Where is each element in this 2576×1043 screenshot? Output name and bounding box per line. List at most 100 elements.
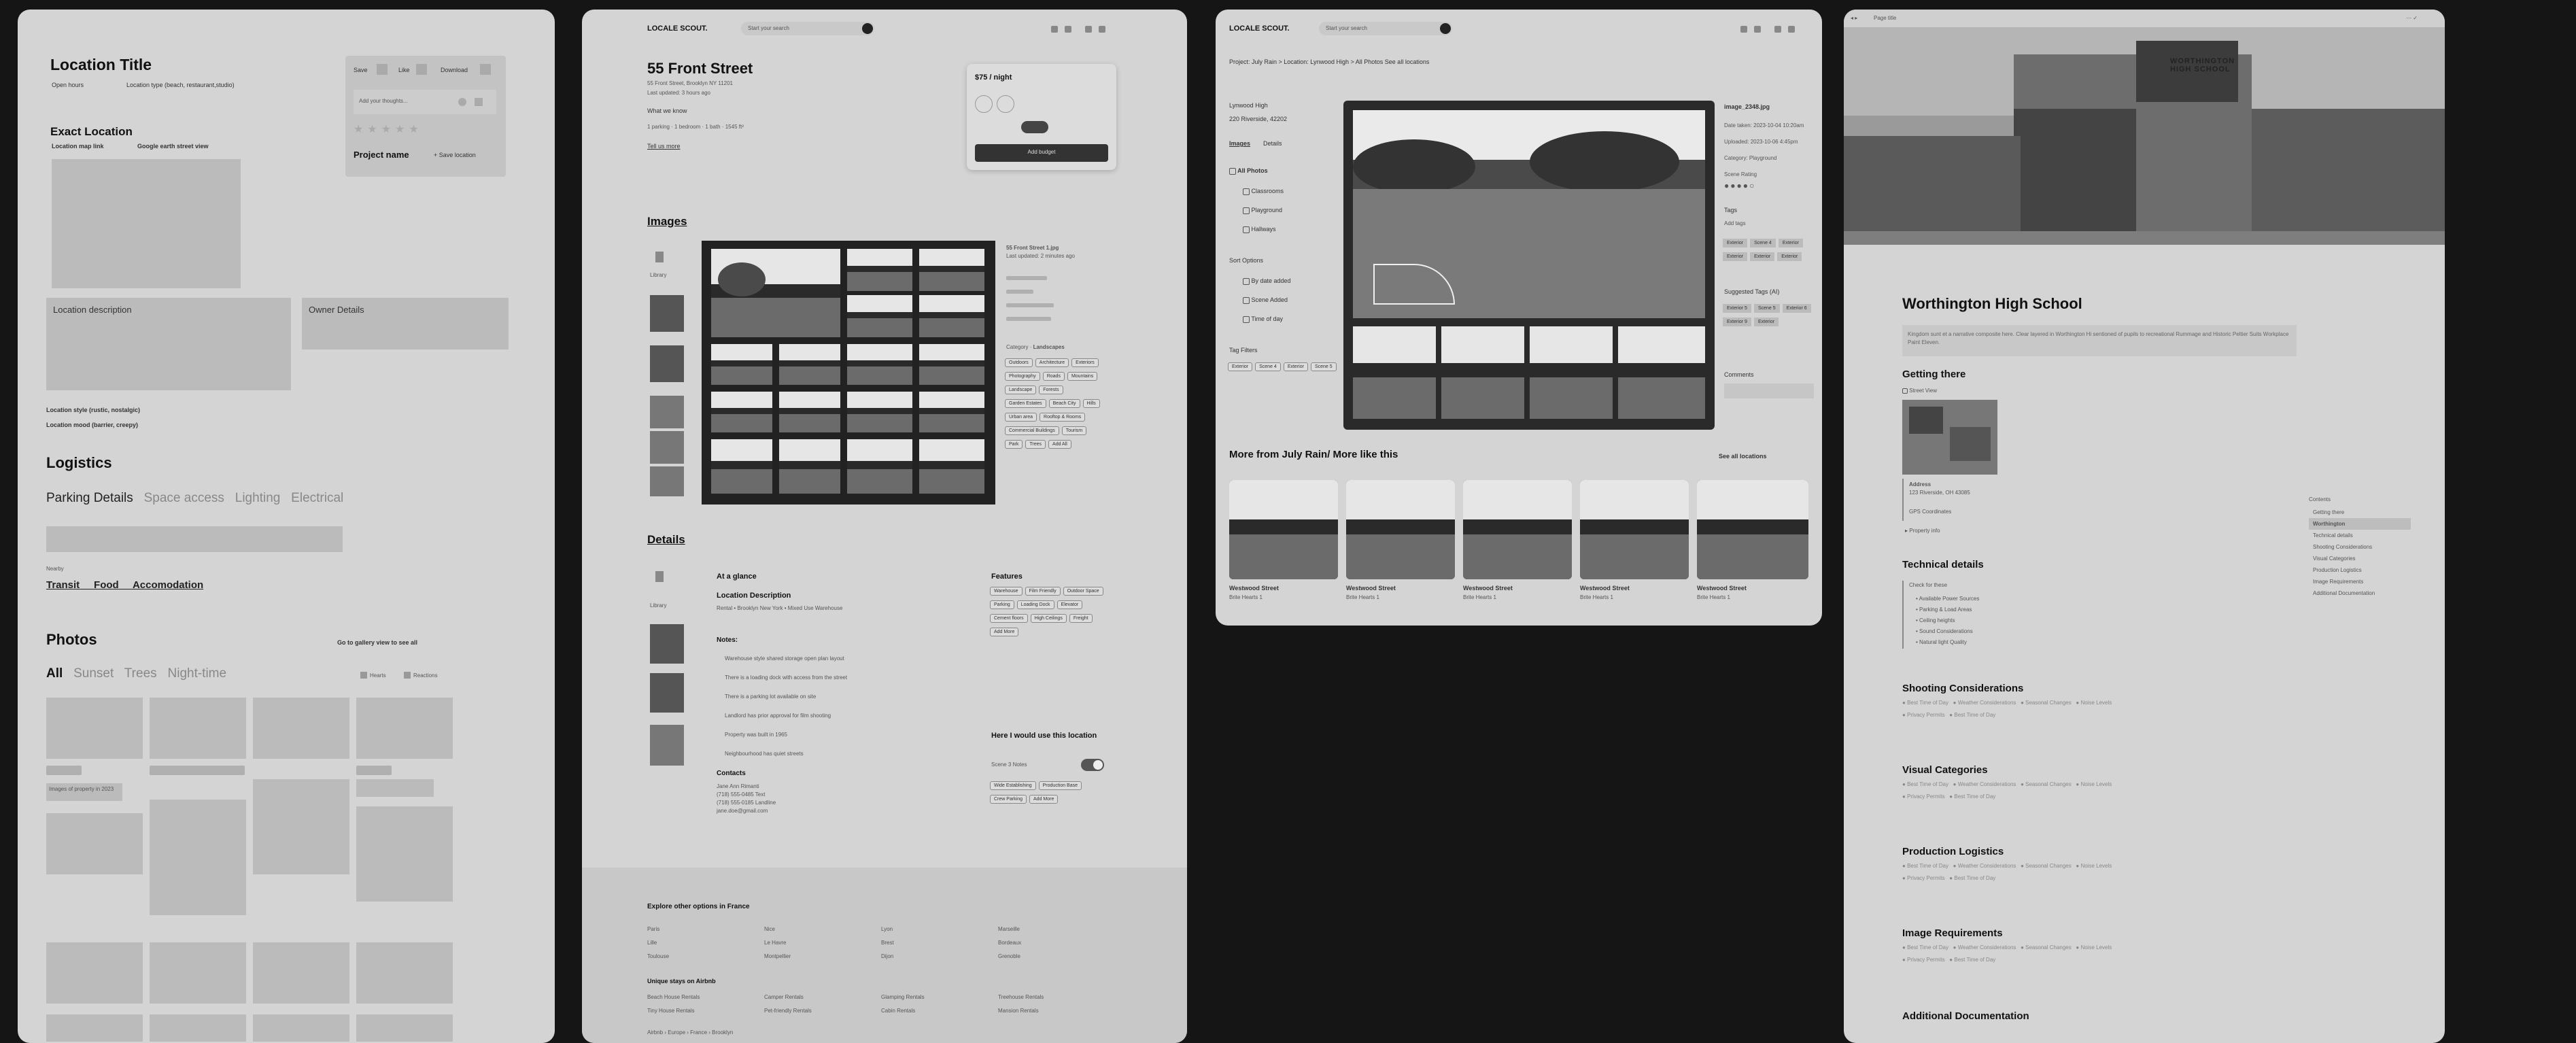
chip[interactable]: Roads — [1042, 372, 1065, 381]
photo[interactable] — [919, 344, 984, 385]
explore-link[interactable]: Marseille — [998, 926, 1020, 932]
explore-link[interactable]: Lyon — [881, 926, 893, 932]
breadcrumb[interactable]: Project: July Rain > Location: Lynwood H… — [1229, 58, 1429, 65]
thumbnail[interactable] — [650, 345, 684, 382]
section-item[interactable]: ● Seasonal Changes — [2021, 700, 2072, 706]
explore-link[interactable]: Paris — [647, 926, 659, 932]
location-card-photo[interactable] — [1697, 480, 1808, 579]
save-button[interactable]: Save — [354, 67, 368, 73]
feature-chip[interactable]: Outdoor Space — [1063, 587, 1103, 596]
feature-chip[interactable]: Cement floors — [990, 614, 1028, 623]
section-item[interactable]: ● Privacy Permits — [1902, 712, 1945, 718]
globe-icon[interactable] — [1051, 26, 1058, 33]
toc-item-active[interactable]: Worthington — [2309, 518, 2411, 530]
reactions-icon[interactable] — [404, 672, 411, 679]
logo[interactable]: LOCALE SCOUT. — [1229, 24, 1290, 33]
tag[interactable]: Exterior — [1778, 239, 1803, 247]
tell-us-more-link[interactable]: Tell us more — [647, 143, 681, 150]
section-item[interactable]: ● Noise Levels — [2076, 700, 2112, 706]
add-budget-button[interactable]: Add budget — [975, 144, 1108, 162]
section-item[interactable]: ● Privacy Permits — [1902, 793, 1945, 800]
photo-placeholder[interactable] — [150, 942, 246, 1004]
tag-filter-chip[interactable]: Scene 5 — [1310, 362, 1337, 371]
section-item[interactable]: ● Best Time of Day — [1902, 944, 1948, 951]
explore-link[interactable]: Lille — [647, 940, 657, 946]
attach-icon[interactable] — [475, 98, 483, 106]
photo[interactable] — [779, 439, 840, 494]
location-card-photo[interactable] — [1346, 480, 1455, 579]
chip[interactable]: Tourism — [1061, 426, 1087, 435]
tab-night-time[interactable]: Night-time — [168, 666, 227, 681]
card-name[interactable]: Westwood Street — [1229, 585, 1279, 592]
photo[interactable] — [847, 344, 912, 385]
unique-link[interactable]: Cabin Rentals — [881, 1008, 915, 1014]
search-input[interactable]: Start your search — [1319, 22, 1452, 35]
explore-link[interactable]: Bordeaux — [998, 940, 1021, 946]
map-placeholder[interactable] — [52, 159, 241, 288]
avatar-icon[interactable] — [1099, 26, 1105, 33]
section-item[interactable]: ● Privacy Permits — [1902, 957, 1945, 963]
nearby-accomodation[interactable]: Accomodation — [133, 579, 203, 591]
thumbnail[interactable] — [650, 396, 684, 428]
chip[interactable]: Landscape — [1005, 386, 1037, 394]
toc-item[interactable]: Technical details — [2309, 530, 2411, 541]
thumbnail[interactable] — [650, 466, 684, 496]
menu-icon[interactable] — [1085, 26, 1092, 33]
toc-item[interactable]: Visual Categories — [2309, 553, 2411, 564]
chip[interactable]: Mountains — [1067, 372, 1098, 381]
photo[interactable] — [779, 392, 840, 432]
photo-placeholder[interactable] — [46, 698, 143, 759]
photo-placeholder[interactable] — [150, 800, 246, 915]
section-item[interactable]: ● Weather Considerations — [1953, 944, 2016, 951]
photo-placeholder[interactable] — [253, 698, 349, 759]
photo[interactable] — [711, 344, 772, 385]
logo[interactable]: LOCALE SCOUT. — [647, 24, 708, 33]
unique-link[interactable]: Mansion Rentals — [998, 1008, 1039, 1014]
library-icon[interactable] — [655, 571, 664, 582]
unique-link[interactable]: Glamping Rentals — [881, 994, 925, 1000]
photo[interactable] — [847, 249, 912, 291]
photo-placeholder[interactable] — [46, 813, 143, 874]
download-icon[interactable] — [480, 64, 491, 75]
explore-link[interactable]: Dijon — [881, 953, 893, 959]
section-item[interactable]: ● Best Time of Day — [1902, 863, 1948, 869]
photo[interactable] — [919, 439, 984, 494]
section-item[interactable]: ● Weather Considerations — [1953, 863, 2016, 869]
thumbnail-photo[interactable] — [1618, 326, 1705, 419]
section-item[interactable]: ● Weather Considerations — [1953, 781, 2016, 787]
map-thumbnail[interactable] — [1902, 400, 1997, 475]
photo-placeholder[interactable] — [356, 942, 453, 1004]
section-item[interactable]: ● Best Time of Day — [1949, 875, 1995, 881]
search-icon[interactable] — [1440, 23, 1451, 34]
feature-chip[interactable]: High Ceilings — [1030, 614, 1067, 623]
radio-icon[interactable] — [1243, 315, 1250, 323]
street-view-link[interactable]: Google earth street view — [137, 143, 209, 150]
chip[interactable]: Forests — [1039, 386, 1063, 394]
add-chip-button[interactable]: Add All — [1048, 440, 1071, 449]
hearts-icon[interactable] — [360, 672, 367, 679]
chip[interactable]: Rooftop & Rooms — [1040, 413, 1086, 422]
photo[interactable] — [779, 344, 840, 385]
explore-link[interactable]: Toulouse — [647, 953, 669, 959]
thumbnail-photo[interactable] — [1530, 326, 1613, 419]
use-chip[interactable]: Wide Establishing — [990, 781, 1036, 790]
toc-item[interactable]: Getting there — [2309, 507, 2411, 518]
tab-sunset[interactable]: Sunset — [73, 666, 114, 681]
share-icon[interactable]: ⋯ ✓ — [2406, 15, 2418, 21]
emoji-icon[interactable] — [458, 98, 466, 106]
thumbnail[interactable] — [650, 624, 684, 664]
explore-link[interactable]: Le Havre — [764, 940, 786, 946]
toc-item[interactable]: Image Requirements — [2309, 576, 2411, 587]
tag[interactable]: Scene 4 — [1750, 239, 1776, 247]
chip[interactable]: Park — [1005, 440, 1023, 449]
download-button[interactable]: Download — [441, 67, 468, 73]
tab-all[interactable]: All — [46, 666, 63, 681]
explore-link[interactable]: Montpellier — [764, 953, 791, 959]
photo[interactable] — [711, 392, 772, 432]
gallery-link[interactable]: Go to gallery view to see all — [337, 639, 417, 646]
thumbnail[interactable] — [650, 295, 684, 332]
tab-lighting[interactable]: Lighting — [235, 491, 281, 505]
explore-link[interactable]: Nice — [764, 926, 775, 932]
photo-placeholder[interactable] — [150, 1014, 246, 1042]
photo[interactable] — [919, 392, 984, 432]
